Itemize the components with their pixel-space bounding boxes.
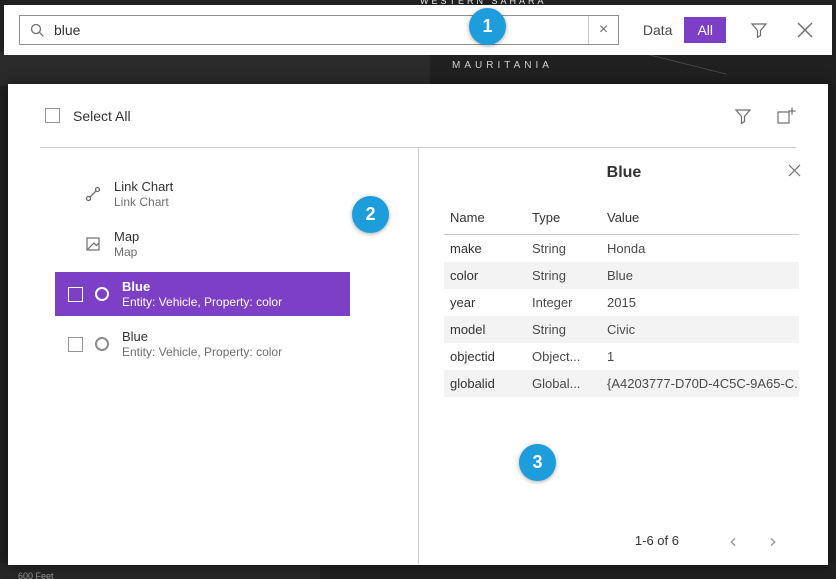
result-checkbox[interactable] — [68, 337, 83, 352]
search-toolbar: × Data All — [4, 5, 832, 55]
column-header-value: Value — [601, 204, 799, 235]
detail-title: Blue — [419, 164, 829, 182]
attr-type: Object... — [526, 343, 601, 370]
clear-search-button[interactable]: × — [588, 16, 618, 44]
table-row: year Integer 2015 — [444, 289, 799, 316]
scope-all-button[interactable]: All — [684, 17, 726, 43]
results-header: Select All — [40, 84, 796, 148]
clear-icon: × — [599, 21, 608, 39]
attr-name: year — [444, 289, 526, 316]
result-title: Blue — [122, 330, 282, 343]
result-subtitle: Entity: Vehicle, Property: color — [122, 296, 282, 308]
attr-name: globalid — [444, 370, 526, 397]
add-selection-button[interactable] — [776, 106, 796, 126]
close-search-button[interactable] — [794, 19, 816, 41]
attr-type: String — [526, 262, 601, 289]
attr-value: Blue — [601, 262, 799, 289]
entity-icon — [95, 287, 109, 301]
results-filter-button[interactable] — [734, 107, 752, 125]
column-header-type: Type — [526, 204, 601, 235]
result-subtitle: Entity: Vehicle, Property: color — [122, 346, 282, 358]
result-title: Link Chart — [114, 180, 173, 193]
filter-icon — [750, 21, 768, 39]
close-icon — [794, 19, 816, 41]
next-page-button[interactable]: › — [753, 534, 793, 548]
attr-value: 2015 — [601, 289, 799, 316]
result-subtitle: Link Chart — [114, 196, 173, 208]
previous-page-button[interactable]: ‹ — [713, 534, 753, 548]
attr-type: Global... — [526, 370, 601, 397]
callout-badge-2: 2 — [352, 196, 389, 233]
result-item-link-chart[interactable]: Link Chart Link Chart — [55, 172, 350, 216]
select-all-checkbox[interactable] — [45, 108, 60, 123]
app-window: WESTERN SAHARA MAURITANIA 600 Feet × Dat… — [0, 0, 836, 579]
search-icon — [29, 22, 45, 38]
attributes-table: Name Type Value make String Honda color — [444, 204, 799, 397]
result-title: Blue — [122, 280, 282, 293]
search-box: × — [19, 15, 619, 45]
attr-name: model — [444, 316, 526, 343]
link-chart-icon — [85, 186, 101, 202]
result-item-blue-selected[interactable]: Blue Entity: Vehicle, Property: color — [55, 272, 350, 316]
attr-name: color — [444, 262, 526, 289]
detail-close-button[interactable] — [786, 162, 803, 179]
table-row: color String Blue — [444, 262, 799, 289]
table-row: objectid Object... 1 — [444, 343, 799, 370]
attr-name: objectid — [444, 343, 526, 370]
filter-button[interactable] — [750, 21, 768, 39]
table-header-row: Name Type Value — [444, 204, 799, 235]
callout-badge-1: 1 — [469, 8, 506, 45]
table-row: make String Honda — [444, 235, 799, 263]
attr-value: Honda — [601, 235, 799, 263]
close-icon — [786, 162, 803, 179]
result-item-blue[interactable]: Blue Entity: Vehicle, Property: color — [55, 322, 350, 366]
attr-type: String — [526, 316, 601, 343]
attr-value: Civic — [601, 316, 799, 343]
result-subtitle: Map — [114, 246, 139, 258]
table-row: globalid Global... {A4203777-D70D-4C5C-9… — [444, 370, 799, 397]
scope-toggle: Data All — [631, 17, 726, 43]
scope-data-button[interactable]: Data — [631, 17, 685, 43]
select-all-label: Select All — [73, 108, 131, 124]
result-checkbox[interactable] — [68, 287, 83, 302]
attr-type: Integer — [526, 289, 601, 316]
add-item-icon — [776, 106, 796, 126]
table-row: model String Civic — [444, 316, 799, 343]
callout-badge-3: 3 — [519, 444, 556, 481]
results-body: Link Chart Link Chart Map Map — [8, 148, 828, 564]
attr-name: make — [444, 235, 526, 263]
pagination: 1-6 of 6 ‹ › — [635, 533, 793, 548]
page-range-label: 1-6 of 6 — [635, 533, 679, 548]
map-country-label: MAURITANIA — [452, 60, 553, 71]
results-header-actions — [734, 106, 796, 126]
filter-icon — [734, 107, 752, 125]
result-title: Map — [114, 230, 139, 243]
entity-icon — [95, 337, 109, 351]
detail-panel: Blue Name Type Value m — [418, 148, 829, 564]
map-scale-label: 600 Feet — [18, 571, 54, 579]
search-input[interactable] — [54, 16, 588, 44]
search-results-panel: Select All Link Chart — [8, 84, 828, 565]
column-header-name: Name — [444, 204, 526, 235]
result-item-map[interactable]: Map Map — [55, 222, 350, 266]
attr-type: String — [526, 235, 601, 263]
map-icon — [85, 236, 101, 252]
attr-value: {A4203777-D70D-4C5C-9A65-C... — [601, 370, 799, 397]
attr-value: 1 — [601, 343, 799, 370]
map-border-line — [649, 54, 727, 74]
map-terrain-shape — [0, 52, 430, 86]
